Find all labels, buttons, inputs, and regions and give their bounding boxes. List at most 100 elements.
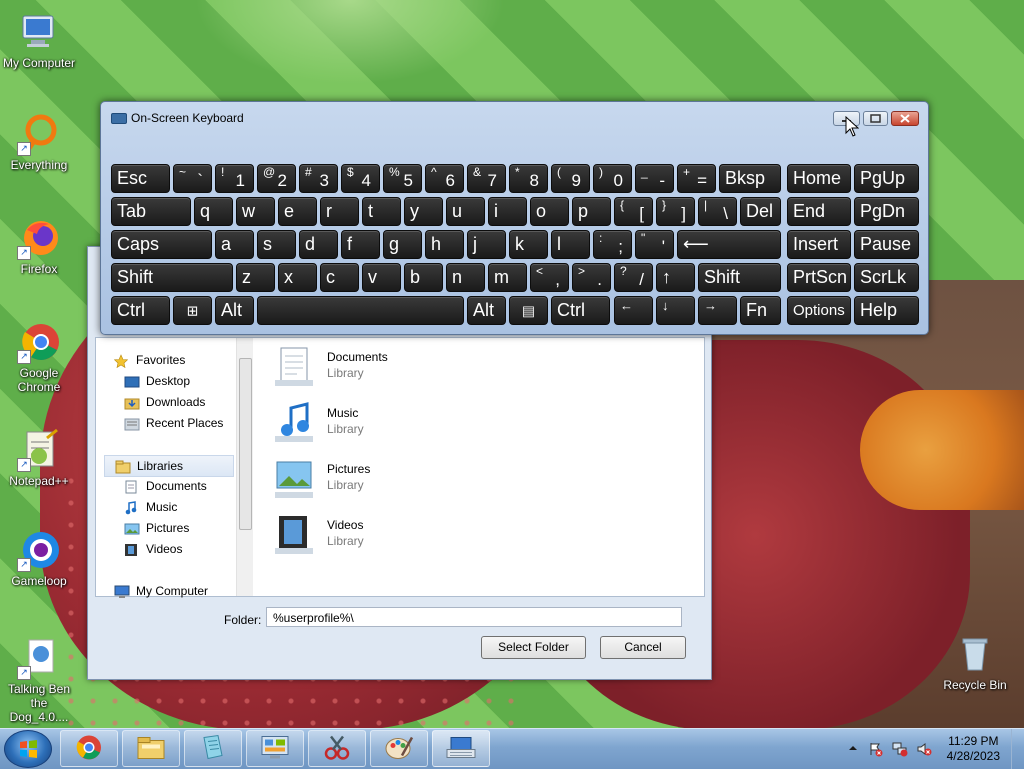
key-backslash[interactable]: | \ <box>698 197 737 226</box>
key-period[interactable]: >. <box>572 263 611 292</box>
key-5[interactable]: % 5 <box>383 164 422 193</box>
taskbar-notepad[interactable] <box>184 730 242 767</box>
cancel-button[interactable]: Cancel <box>600 636 686 659</box>
key-equals[interactable]: + = <box>677 164 716 193</box>
key-g[interactable]: g <box>383 230 422 259</box>
key-arrow-up[interactable]: ↑ <box>656 263 695 292</box>
start-button[interactable] <box>4 730 52 768</box>
select-folder-button[interactable]: Select Folder <box>481 636 586 659</box>
nav-recent-places[interactable]: Recent Places <box>124 413 223 433</box>
close-button[interactable] <box>891 111 919 126</box>
key-f[interactable]: f <box>341 230 380 259</box>
key-x[interactable]: x <box>278 263 317 292</box>
key-l[interactable]: l <box>551 230 590 259</box>
key-k[interactable]: k <box>509 230 548 259</box>
nav-favorites[interactable]: Favorites <box>113 350 185 370</box>
key-home[interactable]: Home <box>787 164 851 193</box>
key-right-bracket[interactable]: }] <box>656 197 695 226</box>
key-ctrl-right[interactable]: Ctrl <box>551 296 610 325</box>
key-shift-right[interactable]: Shift <box>698 263 781 292</box>
key-left-bracket[interactable]: {[ <box>614 197 653 226</box>
taskbar-on-screen-keyboard[interactable] <box>432 730 490 767</box>
system-clock[interactable]: 11:29 PM 4/28/2023 <box>947 734 1000 764</box>
taskbar-snipping-tool[interactable] <box>308 730 366 767</box>
key-r[interactable]: r <box>320 197 359 226</box>
key-y[interactable]: y <box>404 197 443 226</box>
key-c[interactable]: c <box>320 263 359 292</box>
key-help[interactable]: Help <box>854 296 919 325</box>
key-p[interactable]: p <box>572 197 611 226</box>
desktop-icon-recycle-bin[interactable]: Recycle Bin <box>937 632 1013 692</box>
key-t[interactable]: t <box>362 197 401 226</box>
taskbar-explorer[interactable] <box>122 730 180 767</box>
show-hidden-icons-icon[interactable] <box>846 741 860 755</box>
nav-libraries[interactable]: Libraries <box>104 455 234 477</box>
desktop-icon-chrome[interactable]: ↗ Google Chrome <box>1 320 77 394</box>
key-3[interactable]: #3 <box>299 164 338 193</box>
desktop-icon-my-computer[interactable]: My Computer <box>1 10 77 70</box>
key-2[interactable]: @2 <box>257 164 296 193</box>
key-j[interactable]: j <box>467 230 506 259</box>
key-prtscn[interactable]: PrtScn <box>787 263 851 292</box>
key-1[interactable]: ! 1 <box>215 164 254 193</box>
key-pause[interactable]: Pause <box>854 230 919 259</box>
folder-input[interactable]: %userprofile%\ <box>266 607 682 627</box>
key-6[interactable]: ^ 6 <box>425 164 464 193</box>
key-windows[interactable]: ⊞ <box>173 296 212 325</box>
key-arrow-right[interactable]: → <box>698 296 737 325</box>
key-pgdn[interactable]: PgDn <box>854 197 919 226</box>
key-alt-left[interactable]: Alt <box>215 296 254 325</box>
key-minus[interactable]: _ - <box>635 164 674 193</box>
key-space[interactable] <box>257 296 464 325</box>
key-4[interactable]: $4 <box>341 164 380 193</box>
desktop-icon-everything[interactable]: ↗ Everything <box>1 112 77 172</box>
nav-scrollbar[interactable] <box>236 338 253 596</box>
key-fn[interactable]: Fn <box>740 296 781 325</box>
key-v[interactable]: v <box>362 263 401 292</box>
nav-videos[interactable]: Videos <box>124 539 182 559</box>
key-i[interactable]: i <box>488 197 527 226</box>
show-desktop-button[interactable] <box>1011 729 1024 769</box>
maximize-button[interactable] <box>863 111 888 126</box>
key-s[interactable]: s <box>257 230 296 259</box>
key-w[interactable]: w <box>236 197 275 226</box>
key-u[interactable]: u <box>446 197 485 226</box>
key-9[interactable]: (9 <box>551 164 590 193</box>
key-b[interactable]: b <box>404 263 443 292</box>
volume-muted-icon[interactable] <box>916 741 932 756</box>
key-7[interactable]: & 7 <box>467 164 506 193</box>
key-options[interactable]: Options <box>787 296 851 325</box>
key-pgup[interactable]: PgUp <box>854 164 919 193</box>
key-e[interactable]: e <box>278 197 317 226</box>
desktop-icon-notepadpp[interactable]: ↗ Notepad++ <box>1 428 77 488</box>
key-a[interactable]: a <box>215 230 254 259</box>
key-m[interactable]: m <box>488 263 527 292</box>
key-comma[interactable]: <, <box>530 263 569 292</box>
scrollbar-thumb[interactable] <box>239 358 252 530</box>
key-backspace[interactable]: Bksp <box>719 164 781 193</box>
key-n[interactable]: n <box>446 263 485 292</box>
key-quote[interactable]: " ' <box>635 230 674 259</box>
key-shift-left[interactable]: Shift <box>111 263 233 292</box>
key-ctrl-left[interactable]: Ctrl <box>111 296 170 325</box>
key-alt-right[interactable]: Alt <box>467 296 506 325</box>
key-q[interactable]: q <box>194 197 233 226</box>
taskbar-control-panel[interactable] <box>246 730 304 767</box>
nav-documents[interactable]: Documents <box>124 476 207 496</box>
key-tab[interactable]: Tab <box>111 197 191 226</box>
desktop-icon-talking-ben[interactable]: ↗ Talking Ben the Dog_4.0.... <box>1 636 77 724</box>
key-caps[interactable]: Caps <box>111 230 212 259</box>
key-insert[interactable]: Insert <box>787 230 851 259</box>
nav-desktop[interactable]: Desktop <box>124 371 190 391</box>
taskbar-chrome[interactable] <box>60 730 118 767</box>
key-d[interactable]: d <box>299 230 338 259</box>
key-arrow-left[interactable]: ← <box>614 296 653 325</box>
action-center-flag-icon[interactable] <box>868 741 883 757</box>
desktop-icon-gameloop[interactable]: ↗ Gameloop <box>1 528 77 588</box>
key-arrow-down[interactable]: ↓ <box>656 296 695 325</box>
key-tilde[interactable]: ~ ` <box>173 164 212 193</box>
key-del[interactable]: Del <box>740 197 781 226</box>
key-enter[interactable]: ⟵ <box>677 230 781 259</box>
key-o[interactable]: o <box>530 197 569 226</box>
nav-pictures[interactable]: Pictures <box>124 518 189 538</box>
